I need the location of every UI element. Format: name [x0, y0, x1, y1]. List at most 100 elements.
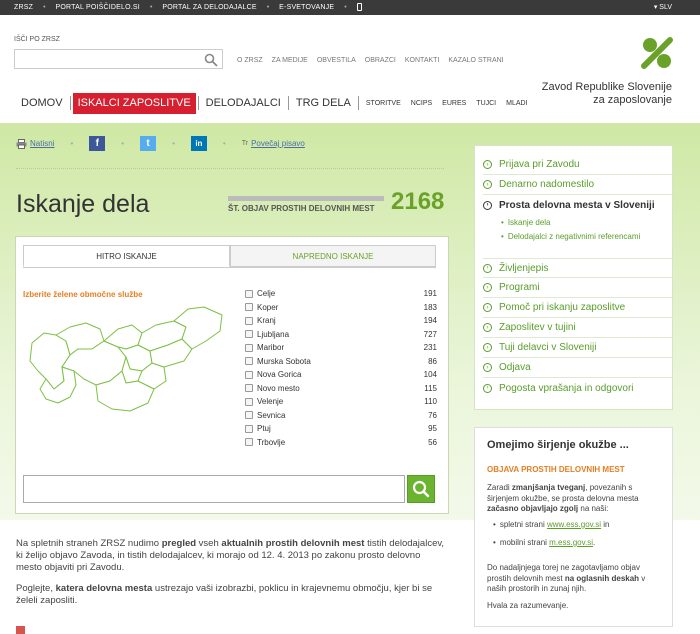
sidebar-item-programi[interactable]: › Programi: [483, 278, 673, 298]
nav-ncips[interactable]: NCIPS: [406, 100, 437, 107]
top-link-esvetovanje[interactable]: E-SVETOVANJE: [279, 4, 334, 11]
region-row-maribor[interactable]: Maribor 231: [245, 341, 437, 355]
covid-bullet-web: spletni strani www.ess.gov.si in: [493, 520, 671, 531]
link-ess-mobile[interactable]: m.ess.gov.si: [549, 538, 593, 547]
region-checkbox[interactable]: [245, 289, 253, 298]
quick-search-button[interactable]: [407, 475, 435, 503]
search-icon[interactable]: [204, 53, 218, 67]
sidebar-item-label: Prosta delovna mesta v Sloveniji: [499, 199, 655, 211]
nav-trg-dela[interactable]: TRG DELA: [291, 97, 356, 109]
region-name: Nova Gorica: [257, 370, 302, 380]
tab-divider: [23, 267, 436, 268]
chevron-right-icon: ›: [483, 160, 492, 169]
region-count: 86: [428, 356, 437, 366]
increase-font-link[interactable]: Povečaj pisavo: [251, 139, 305, 148]
quick-search-input[interactable]: [23, 475, 405, 503]
region-row-velenje[interactable]: Velenje 110: [245, 395, 437, 409]
region-checkbox[interactable]: [245, 330, 253, 339]
zrsz-logo[interactable]: [640, 36, 674, 70]
printer-icon[interactable]: [16, 138, 27, 149]
chevron-right-icon: ›: [483, 283, 492, 292]
sidebar-item-tuji-delavci[interactable]: › Tuji delavci v Sloveniji: [483, 338, 673, 358]
region-checkbox[interactable]: [245, 316, 253, 325]
sidebar-item-odjava[interactable]: › Odjava: [483, 358, 673, 378]
sidebar-item-zivljenjepis[interactable]: › Življenjepis: [483, 258, 673, 278]
region-name: Novo mesto: [257, 383, 300, 393]
nav-iskalci-zaposlitve[interactable]: ISKALCI ZAPOSLITVE: [72, 92, 196, 114]
region-checkbox[interactable]: [245, 411, 253, 420]
region-checkbox[interactable]: [245, 370, 253, 379]
region-row-ptuj[interactable]: Ptuj 95: [245, 422, 437, 436]
top-link-delodajalci[interactable]: PORTAL ZA DELODAJALCE: [162, 4, 256, 11]
region-count: 110: [424, 397, 437, 407]
nav-storitve[interactable]: STORITVE: [361, 100, 406, 107]
region-row-ljubljana[interactable]: Ljubljana 727: [245, 328, 437, 342]
util-link-kazalo[interactable]: KAZALO STRANI: [448, 57, 503, 64]
region-count: 183: [423, 302, 437, 312]
sidebar-item-tujina[interactable]: › Zaposlitev v tujini: [483, 318, 673, 338]
nav-mladi[interactable]: MLADI: [501, 100, 532, 107]
top-link-poiscidelo[interactable]: PORTAL POIŠČIDELO.SI: [56, 4, 140, 11]
region-row-novo-mesto[interactable]: Novo mesto 115: [245, 382, 437, 396]
twitter-icon[interactable]: t: [140, 136, 157, 151]
tab-advanced-search[interactable]: NAPREDNO ISKANJE: [230, 245, 436, 267]
util-link-obvestila[interactable]: OBVESTILA: [317, 57, 356, 64]
site-search-input[interactable]: [14, 49, 223, 69]
print-link[interactable]: Natisni: [30, 139, 54, 148]
util-link-kontakti[interactable]: KONTAKTI: [405, 57, 439, 64]
sidebar-item-prijava[interactable]: › Prijava pri Zavodu: [483, 155, 673, 175]
org-name-line2: za zaposlovanje: [593, 94, 672, 106]
top-link-zrsz[interactable]: ZRSZ: [14, 4, 33, 11]
sidebar-item-faq[interactable]: › Pogosta vprašanja in odgovori: [483, 378, 673, 398]
nav-delodajalci[interactable]: DELODAJALCI: [201, 97, 286, 109]
region-checkbox[interactable]: [245, 303, 253, 312]
intro-paragraph-2: Poglejte, katera delovna mesta ustrezajo…: [16, 583, 446, 607]
nav-tujci[interactable]: TUJCI: [471, 100, 501, 107]
region-row-sevnica[interactable]: Sevnica 76: [245, 409, 437, 423]
sidebar-item-pomoc[interactable]: › Pomoč pri iskanju zaposlitve: [483, 298, 673, 318]
util-link-mediji[interactable]: ZA MEDIJE: [272, 57, 308, 64]
separator-dot: •: [149, 3, 153, 11]
region-checkbox[interactable]: [245, 343, 253, 352]
job-count: 2168: [391, 188, 445, 215]
region-count: 727: [423, 329, 437, 339]
facebook-icon[interactable]: f: [89, 136, 106, 151]
region-checkbox[interactable]: [245, 357, 253, 366]
nav-domov[interactable]: DOMOV: [16, 97, 68, 109]
region-row-nova-gorica[interactable]: Nova Gorica 104: [245, 368, 437, 382]
chevron-right-icon: ›: [483, 180, 492, 189]
region-checkbox[interactable]: [245, 384, 253, 393]
page-title: Iskanje dela: [16, 190, 150, 218]
sidebar-subitem-delodajalci-negativne[interactable]: Delodajalci z negativnimi referencami: [501, 232, 641, 241]
slovenia-region-map[interactable]: [26, 305, 226, 417]
region-row-murska-sobota[interactable]: Murska Sobota 86: [245, 355, 437, 369]
chevron-right-icon: ›: [483, 343, 492, 352]
region-row-trbovlje[interactable]: Trbovlje 56: [245, 436, 437, 450]
mobile-phone-icon[interactable]: [356, 3, 362, 11]
util-link-obrazci[interactable]: OBRAZCI: [365, 57, 396, 64]
sidebar-subitem-iskanje-dela[interactable]: Iskanje dela: [501, 218, 551, 227]
region-count: 56: [428, 437, 437, 447]
region-checkbox[interactable]: [245, 438, 253, 447]
util-link-ozrsz[interactable]: O ZRSZ: [237, 57, 263, 64]
region-row-celje[interactable]: Celje 191: [245, 287, 437, 301]
organization-name: Zavod Republike Slovenije za zaposlovanj…: [510, 81, 672, 107]
region-row-kranj[interactable]: Kranj 194: [245, 314, 437, 328]
sidebar-item-prosta-mesta[interactable]: › Prosta delovna mesta v Sloveniji: [483, 195, 673, 215]
separator-dot: •: [121, 139, 125, 148]
sidebar-item-label: Pogosta vprašanja in odgovori: [499, 382, 634, 394]
covid-thanks: Hvala za razumevanje.: [487, 601, 569, 610]
sidebar-item-nadomestilo[interactable]: › Denarno nadomestilo: [483, 175, 673, 195]
region-count: 104: [423, 370, 437, 380]
region-checkbox[interactable]: [245, 397, 253, 406]
tab-quick-search[interactable]: HITRO ISKANJE: [23, 245, 230, 267]
region-count: 194: [423, 316, 437, 326]
region-checkbox[interactable]: [245, 424, 253, 433]
region-row-koper[interactable]: Koper 183: [245, 301, 437, 315]
nav-eures[interactable]: EURES: [437, 100, 471, 107]
link-ess-web[interactable]: www.ess.gov.si: [547, 520, 601, 529]
nav-separator: [357, 96, 359, 110]
linkedin-icon[interactable]: in: [190, 136, 207, 151]
language-selector[interactable]: ▾ SLV: [654, 3, 672, 11]
covid-bullet-mobile: mobilni strani m.ess.gov.si.: [493, 538, 671, 549]
